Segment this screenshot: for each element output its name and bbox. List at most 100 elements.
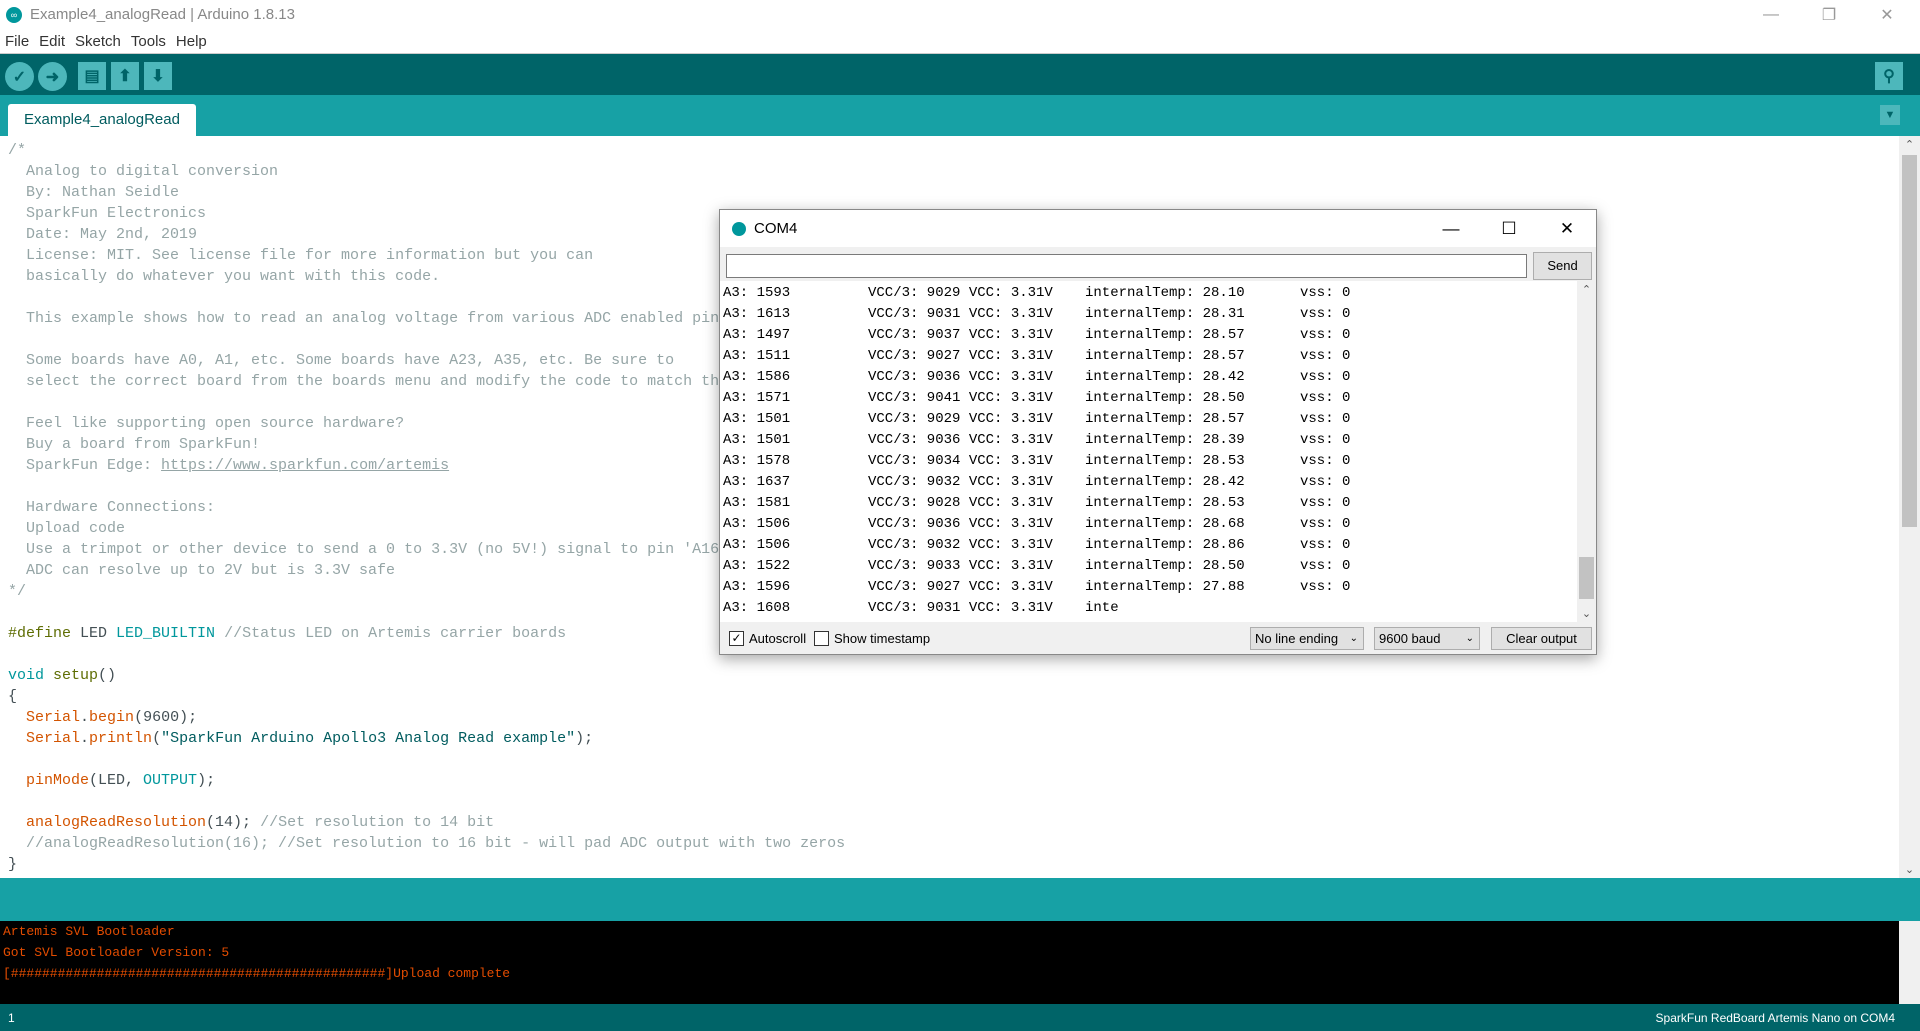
minimize-button[interactable]: — [1422, 210, 1480, 247]
save-icon[interactable]: ⬇ [144, 62, 172, 90]
scroll-up-icon[interactable]: ⌃ [1577, 283, 1596, 296]
serial-field: vss: 0 [1300, 516, 1351, 532]
code-token: ); [197, 772, 216, 789]
serial-field: VCC/3: 9031 VCC: 3.31V [868, 600, 1053, 616]
serial-field: VCC/3: 9029 VCC: 3.31V [868, 285, 1053, 301]
serial-field: A3: 1586 [723, 369, 791, 385]
serial-monitor-title: COM4 [754, 220, 798, 237]
console-header [0, 878, 1920, 921]
console-output: Artemis SVL Bootloader Got SVL Bootloade… [0, 921, 1899, 1004]
restore-button[interactable]: ❐ [1800, 0, 1858, 29]
line-number: 1 [8, 1011, 15, 1025]
serial-field: internalTemp: 28.57 [1085, 327, 1245, 343]
serial-field: internalTemp: 28.57 [1085, 348, 1245, 364]
autoscroll-label: Autoscroll [749, 631, 807, 646]
serial-field: internalTemp: 28.42 [1085, 474, 1245, 490]
code-line: Serial.println("SparkFun Arduino Apollo3… [8, 728, 593, 749]
code-token: (9600); [134, 709, 198, 726]
code-line: License: MIT. See license file for more … [8, 245, 593, 266]
scroll-up-icon[interactable]: ⌃ [1899, 138, 1920, 151]
code-token: . [80, 709, 90, 726]
code-token: License: MIT. See license file for more … [8, 247, 594, 264]
status-bar: 1 SparkFun RedBoard Artemis Nano on COM4 [0, 1004, 1920, 1031]
tab-menu-chevron-icon[interactable]: ▼ [1880, 105, 1900, 125]
show-timestamp-label: Show timestamp [834, 631, 931, 646]
close-button[interactable]: ✕ [1858, 0, 1916, 29]
maximize-button[interactable]: ☐ [1480, 210, 1538, 247]
code-token: Upload code [8, 520, 126, 537]
code-line: Some boards have A0, A1, etc. Some board… [8, 350, 674, 371]
scroll-down-icon[interactable]: ⌄ [1577, 607, 1596, 620]
verify-icon[interactable]: ✓ [5, 62, 34, 91]
code-token: Serial [26, 730, 81, 747]
close-button[interactable]: ✕ [1538, 210, 1596, 247]
upload-icon[interactable]: ➜ [38, 62, 67, 91]
code-line: By: Nathan Seidle [8, 182, 179, 203]
code-line: analogReadResolution(14); //Set resoluti… [8, 812, 494, 833]
baud-rate-select[interactable]: 9600 baud ⌄ [1374, 627, 1480, 650]
code-line: select the correct board from the boards… [8, 371, 719, 392]
menu-sketch[interactable]: Sketch [70, 33, 126, 50]
serial-input[interactable] [726, 254, 1527, 278]
serial-field: vss: 0 [1300, 474, 1351, 490]
line-ending-select[interactable]: No line ending ⌄ [1250, 627, 1364, 650]
code-token: (LED, [89, 772, 144, 789]
open-icon[interactable]: ⬆ [111, 62, 139, 90]
code-line: Feel like supporting open source hardwar… [8, 413, 404, 434]
code-token: println [89, 730, 153, 747]
menu-help[interactable]: Help [171, 33, 212, 50]
menu-tools[interactable]: Tools [126, 33, 171, 50]
serial-monitor-title-bar: COM4 — ☐ ✕ [720, 210, 1596, 247]
serial-field: A3: 1501 [723, 432, 791, 448]
code-line: SparkFun Electronics [8, 203, 206, 224]
code-line: ADC can resolve up to 2V but is 3.3V saf… [8, 560, 395, 581]
serial-field: internalTemp: 27.88 [1085, 579, 1245, 595]
clear-output-button[interactable]: Clear output [1491, 627, 1592, 650]
serial-field: vss: 0 [1300, 369, 1351, 385]
code-token: LED [71, 625, 117, 642]
serial-scrollbar[interactable]: ⌃ ⌄ [1577, 281, 1596, 622]
menu-edit[interactable]: Edit [34, 33, 70, 50]
serial-field: internalTemp: 28.42 [1085, 369, 1245, 385]
code-line: Serial.begin(9600); [8, 707, 197, 728]
send-button[interactable]: Send [1533, 252, 1592, 280]
serial-field: VCC/3: 9041 VCC: 3.31V [868, 390, 1053, 406]
code-token: //analogReadResolution(16); //Set resolu… [8, 835, 846, 852]
console-line: Got SVL Bootloader Version: 5 [3, 945, 230, 960]
menu-file[interactable]: File [0, 33, 34, 50]
serial-field: vss: 0 [1300, 285, 1351, 301]
code-link[interactable]: https://www.sparkfun.com/artemis [161, 457, 449, 474]
line-ending-value: No line ending [1255, 631, 1339, 646]
code-token: Serial [26, 709, 81, 726]
serial-field: VCC/3: 9027 VCC: 3.31V [868, 348, 1053, 364]
serial-field: vss: 0 [1300, 432, 1351, 448]
console-scrollbar[interactable] [1899, 921, 1920, 1004]
serial-field: internalTemp: 28.53 [1085, 453, 1245, 469]
serial-field: vss: 0 [1300, 558, 1351, 574]
minimize-button[interactable]: — [1742, 0, 1800, 29]
scrollbar-thumb[interactable] [1902, 155, 1917, 527]
show-timestamp-checkbox[interactable] [814, 631, 829, 646]
serial-output: A3: 1593 VCC/3: 9029 VCC: 3.31V internalTe… [720, 281, 1596, 622]
serial-field: A3: 1522 [723, 558, 791, 574]
serial-field: VCC/3: 9027 VCC: 3.31V [868, 579, 1053, 595]
new-icon[interactable]: ▤ [78, 62, 106, 90]
code-token: basically do whatever you want with this… [8, 268, 441, 285]
code-line: void setup() [8, 665, 116, 686]
tab-example4-analogread[interactable]: Example4_analogRead [8, 104, 196, 136]
code-token: . [80, 730, 90, 747]
code-token: Use a trimpot or other device to send a … [8, 541, 720, 558]
serial-monitor-icon[interactable]: ⚲ [1875, 62, 1903, 90]
code-token: begin [89, 709, 135, 726]
scrollbar-thumb[interactable] [1579, 557, 1594, 599]
code-token: ); [575, 730, 594, 747]
code-line: //analogReadResolution(16); //Set resolu… [8, 833, 845, 854]
serial-field: VCC/3: 9036 VCC: 3.31V [868, 369, 1053, 385]
autoscroll-checkbox[interactable]: ✓ [729, 631, 744, 646]
scroll-down-icon[interactable]: ⌄ [1899, 863, 1920, 876]
editor-scrollbar[interactable]: ⌃ ⌄ [1899, 136, 1920, 878]
serial-field: A3: 1497 [723, 327, 791, 343]
code-token: OUTPUT [143, 772, 198, 789]
